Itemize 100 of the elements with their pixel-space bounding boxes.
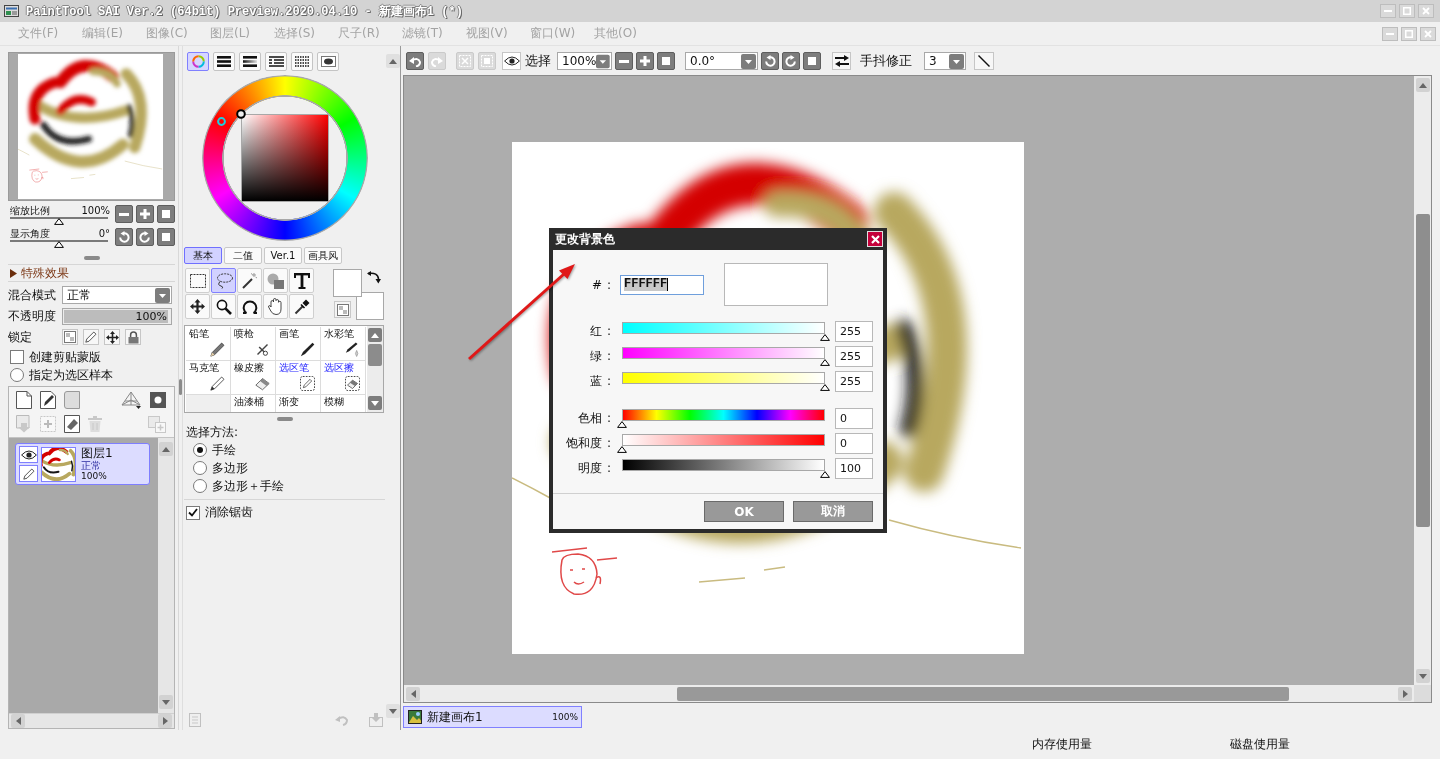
tool-set-tab[interactable]: 二值 [224,247,262,264]
saturation-value-square[interactable] [241,114,329,202]
resize-grip[interactable] [179,379,182,395]
lock-all-button[interactable] [125,329,141,345]
line-tool-button[interactable] [974,52,994,70]
slider-thumb[interactable] [820,471,830,478]
brush-slot[interactable]: 马克笔 [186,361,231,395]
dot-square-icon[interactable] [150,392,166,408]
tool-set-tab[interactable]: 画具风 [304,247,342,264]
foreground-swatch-icon[interactable] [333,269,362,297]
blend-mode-dropdown[interactable]: 正常 [62,286,172,304]
show-selection-button[interactable] [502,52,521,70]
brush-slot[interactable]: 渐变 [276,395,321,412]
brush-slot[interactable]: 喷枪 [231,327,276,361]
brush-slot[interactable]: 选区擦 [321,361,366,395]
radio-button[interactable] [193,443,207,457]
tool-button[interactable] [289,294,314,319]
brush-slot[interactable]: 水彩笔 [321,327,366,361]
reset-zoom-button[interactable] [657,52,675,70]
rotate-right-button[interactable] [136,228,154,246]
brush-slot[interactable]: 油漆桶 [231,395,276,412]
undo-button[interactable] [406,52,424,70]
checkbox[interactable] [186,505,200,520]
angle-dropdown[interactable]: 0.0° [685,52,758,70]
tool-button[interactable] [185,294,210,319]
color-mode-tab[interactable] [265,52,287,71]
vertical-scrollbar[interactable] [158,438,174,713]
vertical-scrollbar[interactable] [1414,76,1431,685]
color-mode-tab[interactable] [213,52,235,71]
swap-arrows-icon[interactable] [367,271,381,284]
reset-rotation-button[interactable] [157,228,175,246]
tool-set-tab[interactable]: Ver.1 [264,247,302,264]
layer-item[interactable]: 图层1 正常 100% [15,443,150,485]
hex-color-field[interactable]: FFFFFF [620,274,704,295]
vertical-scrollbar[interactable] [367,326,383,412]
value-field[interactable]: 100 [835,458,873,479]
rotate-left-button[interactable] [761,52,779,70]
horizontal-scrollbar[interactable] [404,685,1414,702]
radio-button[interactable] [10,368,24,382]
slider-thumb[interactable] [617,446,627,453]
scrollbar-thumb[interactable] [1415,214,1430,527]
tool-button[interactable] [289,268,314,293]
value-field[interactable]: 255 [835,346,873,367]
reset-zoom-button[interactable] [157,205,175,223]
tool-set-tab[interactable]: 基本 [184,247,222,264]
slider-thumb[interactable] [820,334,830,341]
value-field[interactable]: 255 [835,371,873,392]
slider-thumb[interactable] [617,421,627,428]
slider-track[interactable] [10,240,108,246]
value-field[interactable]: 255 [835,321,873,342]
color-mode-tab[interactable] [317,52,339,71]
value-field[interactable]: 0 [835,433,873,454]
reset-rotation-button[interactable] [803,52,821,70]
rotate-left-button[interactable] [115,228,133,246]
tool-button[interactable] [185,268,210,293]
brush-slot[interactable]: 模糊 [321,395,366,412]
slider-thumb[interactable] [820,384,830,391]
zoom-out-button[interactable] [115,205,133,223]
zoom-out-button[interactable] [615,52,633,70]
background-swatch-icon[interactable] [356,292,384,320]
resize-grip[interactable] [83,256,100,260]
expand-triangle-icon[interactable] [10,268,17,278]
transparent-color-button[interactable] [334,301,351,318]
brush-slot[interactable]: 选区笔 [276,361,321,395]
scrollbar-thumb[interactable] [677,686,1289,701]
radio-button[interactable] [193,479,207,493]
hue-marker-icon[interactable] [217,117,226,126]
page-eraser-icon[interactable] [64,415,80,433]
tool-button[interactable] [237,268,262,293]
pen-toggle[interactable] [19,465,38,482]
brush-slot[interactable]: 铅笔 [186,327,231,361]
rotate-right-button[interactable] [782,52,800,70]
blank-page-icon[interactable] [16,391,32,409]
color-marker-icon[interactable] [236,109,246,119]
horizontal-scrollbar[interactable] [9,713,174,728]
lock-move-button[interactable] [104,329,120,345]
slider-track[interactable] [10,217,108,223]
tool-button[interactable] [237,294,262,319]
triangle-grid-icon[interactable] [121,391,141,409]
lock-transparency-button[interactable] [62,329,78,345]
document-tab[interactable]: 新建画布1 100% [403,706,582,728]
lock-drawing-button[interactable] [83,329,99,345]
scrollbar-thumb[interactable] [368,344,382,366]
checkbox[interactable] [10,350,24,364]
tool-button[interactable] [211,294,236,319]
color-mode-tab[interactable] [239,52,261,71]
value-field[interactable]: 0 [835,408,873,429]
brush-slot[interactable]: 橡皮擦 [231,361,276,395]
resize-grip[interactable] [276,417,293,421]
slider-thumb[interactable] [820,359,830,366]
color-mode-tab[interactable] [291,52,313,71]
flip-button[interactable] [832,52,851,70]
page-pen-icon[interactable] [40,391,56,409]
zoom-in-button[interactable] [636,52,654,70]
stabilizer-dropdown[interactable]: 3 [924,52,966,70]
zoom-in-button[interactable] [136,205,154,223]
visibility-toggle[interactable] [19,446,38,463]
brush-slot[interactable]: 画笔 [276,327,321,361]
close-button[interactable] [867,231,883,247]
color-mode-tab[interactable] [187,52,209,71]
